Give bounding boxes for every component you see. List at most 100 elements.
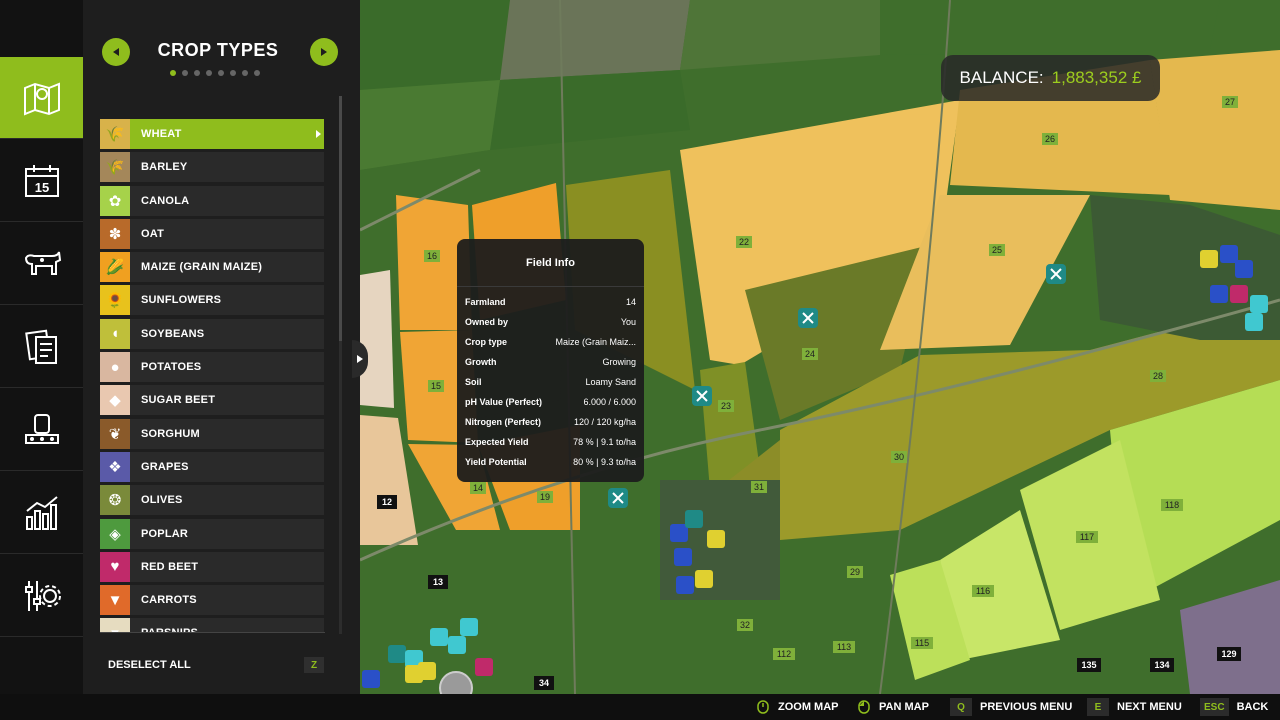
crop-icon: 🌾: [100, 119, 130, 149]
svg-text:117: 117: [1080, 532, 1094, 542]
crop-item-parsnips[interactable]: ▾PARSNIPS: [100, 618, 324, 632]
crop-item-sugar-beet[interactable]: ◆ SUGAR BEET: [100, 385, 324, 416]
field-info-key: Growth: [465, 357, 497, 367]
deselect-all-button[interactable]: DESELECT ALL: [108, 659, 191, 671]
field-info-value: Maize (Grain Maiz...: [555, 337, 636, 347]
field-info-value: 6.000 / 6.000: [583, 397, 636, 407]
rail-production-tab[interactable]: [0, 389, 83, 471]
next-menu-hint[interactable]: E NEXT MENU: [1087, 694, 1182, 720]
field-label-22: 22: [736, 236, 752, 248]
zoom-map-label: ZOOM MAP: [778, 701, 839, 713]
crop-item-maize-grain-maize[interactable]: 🌽 MAIZE (GRAIN MAIZE): [100, 252, 324, 283]
crop-item-carrots[interactable]: ▼ CARROTS: [100, 585, 324, 616]
field-info-key: Nitrogen (Perfect): [465, 417, 542, 427]
crop-item-canola[interactable]: ✿ CANOLA: [100, 185, 324, 216]
crop-icon: ✿: [100, 185, 130, 216]
field-info-row: Nitrogen (Perfect) 120 / 120 kg/ha: [457, 412, 644, 432]
page-dot[interactable]: [170, 70, 176, 76]
crop-item-soybeans[interactable]: ◖ SOYBEANS: [100, 318, 324, 349]
crop-item-barley[interactable]: 🌾 BARLEY: [100, 152, 324, 183]
field-info-row: Crop type Maize (Grain Maiz...: [457, 332, 644, 352]
field-label-19: 19: [537, 491, 553, 503]
crop-label: RED BEET: [141, 560, 199, 573]
crop-icon: 🌾: [100, 152, 130, 183]
crop-list-scroll-thumb[interactable]: [339, 96, 342, 341]
rail-settings-tab[interactable]: [0, 555, 83, 637]
previous-menu-hint[interactable]: Q PREVIOUS MENU: [950, 694, 1072, 720]
page-dot[interactable]: [242, 70, 248, 76]
svg-text:16: 16: [427, 251, 437, 261]
field-info-row: Yield Potential 80 % | 9.3 to/ha: [457, 452, 644, 472]
arrow-right-icon: [321, 48, 327, 56]
svg-text:30: 30: [894, 452, 904, 462]
field-info-row: Farmland 14: [457, 292, 644, 312]
field-info-value: 78 % | 9.1 to/ha: [573, 437, 636, 447]
sliders-gear-icon: [22, 576, 62, 616]
rail-calendar-tab[interactable]: 15: [0, 140, 83, 222]
rail-statistics-tab[interactable]: [0, 472, 83, 554]
field-info-value: Growing: [602, 357, 636, 367]
svg-text:13: 13: [433, 577, 443, 587]
crop-item-poplar[interactable]: ◈ POPLAR: [100, 518, 324, 549]
field-info-row: Owned by You: [457, 312, 644, 332]
crop-item-red-beet[interactable]: ♥ RED BEET: [100, 551, 324, 582]
next-menu-key: E: [1087, 698, 1109, 716]
crop-icon: 🌻: [100, 285, 130, 316]
crop-icon: ◖: [100, 318, 130, 349]
field-info-value: You: [620, 317, 636, 327]
rail-contracts-tab[interactable]: [0, 306, 83, 388]
page-dot[interactable]: [254, 70, 260, 76]
svg-text:116: 116: [976, 586, 990, 596]
zoom-map-hint[interactable]: ZOOM MAP: [756, 694, 839, 720]
pan-map-label: PAN MAP: [879, 701, 929, 713]
poi-marker[interactable]: [608, 488, 628, 508]
page-dot[interactable]: [194, 70, 200, 76]
rail-map-tab[interactable]: [0, 57, 91, 139]
crop-icon: ◆: [100, 385, 130, 416]
poi-marker[interactable]: [692, 386, 712, 406]
svg-text:25: 25: [992, 245, 1002, 255]
back-hint[interactable]: ESC BACK: [1200, 694, 1268, 720]
crop-label: MAIZE (GRAIN MAIZE): [141, 261, 263, 274]
poi-marker[interactable]: [1046, 264, 1066, 284]
crop-item-wheat[interactable]: 🌾 WHEAT: [100, 119, 324, 149]
field-info-popup: Field Info Farmland 14 Owned by You Crop typ…: [457, 239, 644, 482]
page-dot[interactable]: [218, 70, 224, 76]
farmland-label-34: 34: [534, 676, 554, 690]
poi-marker[interactable]: [798, 308, 818, 328]
field-label-16: 16: [424, 250, 440, 262]
crop-label: CANOLA: [141, 194, 190, 207]
svg-text:14: 14: [473, 483, 483, 493]
crop-icon: ❦: [100, 418, 130, 449]
crop-item-grapes[interactable]: ❖ GRAPES: [100, 451, 324, 482]
field-label-30: 30: [891, 451, 907, 463]
svg-text:19: 19: [540, 492, 550, 502]
crop-label: SOYBEANS: [141, 327, 205, 340]
page-dot[interactable]: [230, 70, 236, 76]
svg-text:34: 34: [539, 678, 549, 688]
field-label-117: 117: [1076, 531, 1098, 543]
crop-label: SUGAR BEET: [141, 394, 216, 407]
crop-label: SORGHUM: [141, 427, 200, 440]
documents-icon: [22, 327, 62, 367]
player-position-icon: [439, 671, 473, 694]
pan-map-hint[interactable]: PAN MAP: [857, 694, 929, 720]
svg-text:32: 32: [740, 620, 750, 630]
crop-label: POPLAR: [141, 527, 189, 540]
deselect-all-key: Z: [304, 657, 324, 673]
svg-text:134: 134: [1154, 660, 1169, 670]
rail-animals-tab[interactable]: [0, 223, 83, 305]
crop-item-oat[interactable]: ✽ OAT: [100, 218, 324, 249]
crop-item-sunflowers[interactable]: 🌻 SUNFLOWERS: [100, 285, 324, 316]
svg-text:115: 115: [915, 638, 929, 648]
page-dot[interactable]: [206, 70, 212, 76]
next-page-button[interactable]: [310, 38, 338, 66]
crop-label: CARROTS: [141, 594, 197, 607]
crop-label: POTATOES: [141, 361, 202, 374]
crop-item-sorghum[interactable]: ❦ SORGHUM: [100, 418, 324, 449]
page-dot[interactable]: [182, 70, 188, 76]
crop-item-potatoes[interactable]: ● POTATOES: [100, 352, 324, 383]
field-label-32: 32: [737, 619, 753, 631]
crop-item-olives[interactable]: ❂ OLIVES: [100, 485, 324, 516]
field-info-value: 80 % | 9.3 to/ha: [573, 457, 636, 467]
